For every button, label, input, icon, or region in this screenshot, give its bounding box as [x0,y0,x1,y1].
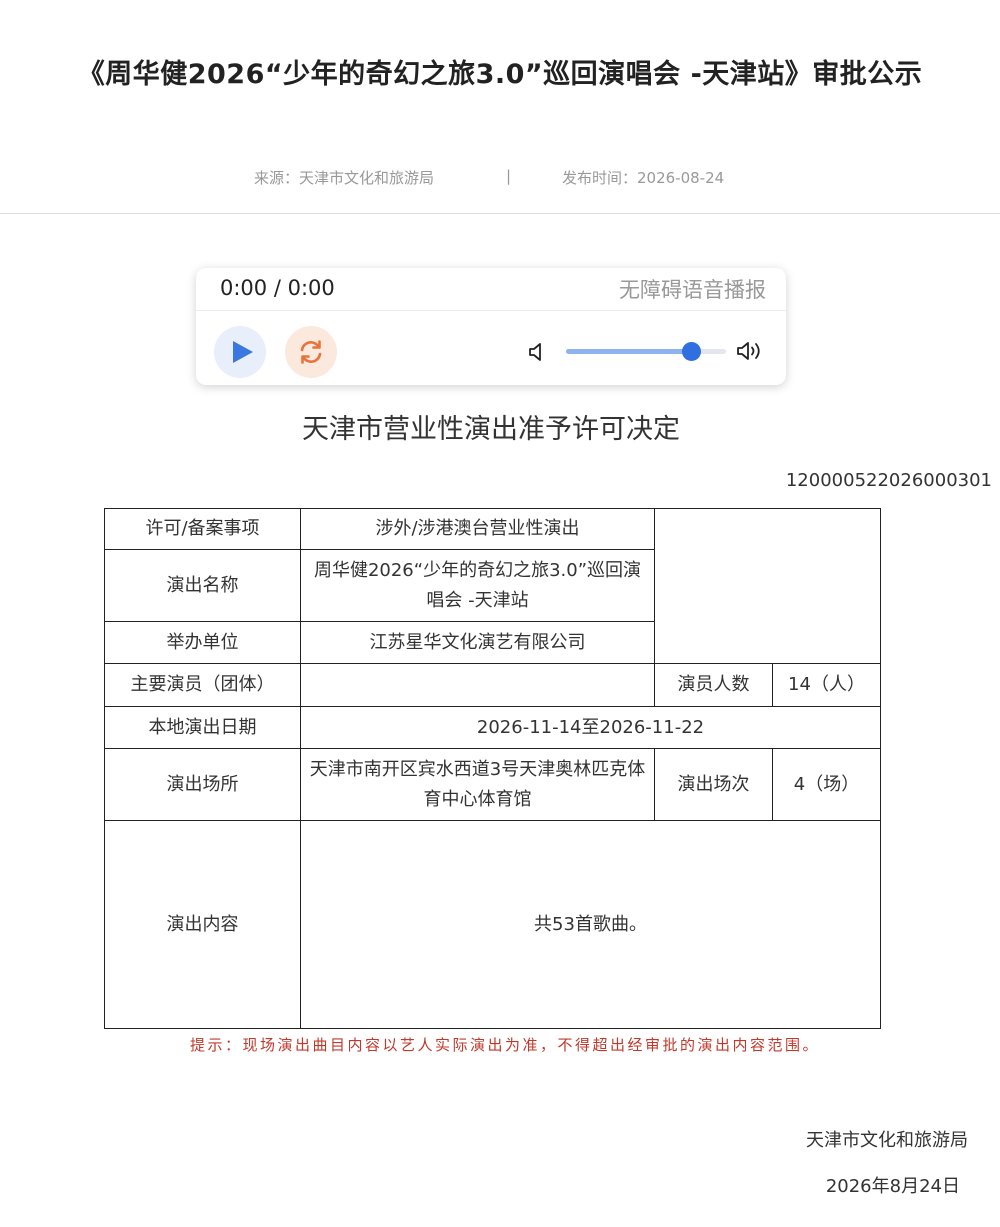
field-value: 共53首歌曲。 [300,820,881,1029]
table-row: 演出场所 天津市南开区宾水西道3号天津奥林匹克体育中心体育馆 演出场次 4（场） [104,748,881,821]
volume-low-icon[interactable] [528,341,546,363]
play-button[interactable] [214,326,266,378]
table-row: 演出内容 共53首歌曲。 [104,820,881,1029]
field-label: 演出名称 [104,549,301,622]
field-value [300,663,655,707]
page-title: 《周华健2026“少年的奇幻之旅3.0”巡回演唱会 -天津站》审批公示 [77,59,923,90]
article-meta: 来源：天津市文化和旅游局 | 发布时间：2026-08-24 [0,167,1000,189]
field-value: 14（人） [772,663,881,707]
issuer-name: 天津市文化和旅游局 [806,1130,968,1151]
field-value: 周华健2026“少年的奇幻之旅3.0”巡回演唱会 -天津站 [300,549,655,622]
field-value: 4（场） [772,748,881,821]
table-row: 许可/备案事项 涉外/涉港澳台营业性演出 [104,508,881,664]
field-label: 举办单位 [104,621,301,664]
field-label: 演出场次 [654,748,773,821]
field-label: 许可/备案事项 [104,508,301,550]
accessibility-voice-label[interactable]: 无障碍语音播报 [619,274,766,304]
field-value: 江苏星华文化演艺有限公司 [300,621,655,664]
blank-cell [654,508,881,664]
field-value: 涉外/涉港澳台营业性演出 [300,508,655,550]
document-heading: 天津市营业性演出准予许可决定 [302,414,680,445]
playback-time: 0:00 / 0:00 [220,276,335,300]
loop-icon [300,340,322,364]
field-label: 演员人数 [654,663,773,707]
field-label: 本地演出日期 [104,706,301,749]
field-value: 天津市南开区宾水西道3号天津奥林匹克体育中心体育馆 [300,748,655,821]
loop-button[interactable] [285,326,337,378]
volume-slider[interactable] [566,342,726,361]
player-divider [196,310,786,311]
table-row: 主要演员（团体） 演员人数 14（人） [104,663,881,707]
permit-table: 许可/备案事项 涉外/涉港澳台营业性演出 演出名称 周华健2026“少年的奇幻之… [104,508,881,1029]
document-number: 120000522026000301 [785,470,992,491]
source-label: 来源：天津市文化和旅游局 [254,169,435,187]
play-icon [233,341,253,363]
field-label: 主要演员（团体） [104,663,301,707]
audio-player: 0:00 / 0:00 无障碍语音播报 [196,268,786,385]
table-row: 本地演出日期 2026-11-14至2026-11-22 [104,706,881,749]
notice-text: 提示：现场演出曲目内容以艺人实际演出为准，不得超出经审批的演出内容范围。 [189,1036,820,1054]
meta-separator: | [506,167,512,185]
publish-date: 发布时间：2026-08-24 [562,169,725,187]
volume-high-icon[interactable] [736,339,766,363]
volume-slider-handle[interactable] [681,342,701,361]
volume-slider-fill [566,349,691,354]
field-value: 2026-11-14至2026-11-22 [300,706,881,749]
field-label: 演出内容 [104,820,301,1029]
issue-date: 2026年8月24日 [825,1176,960,1197]
header-divider [0,213,1000,214]
field-label: 演出场所 [104,748,301,821]
